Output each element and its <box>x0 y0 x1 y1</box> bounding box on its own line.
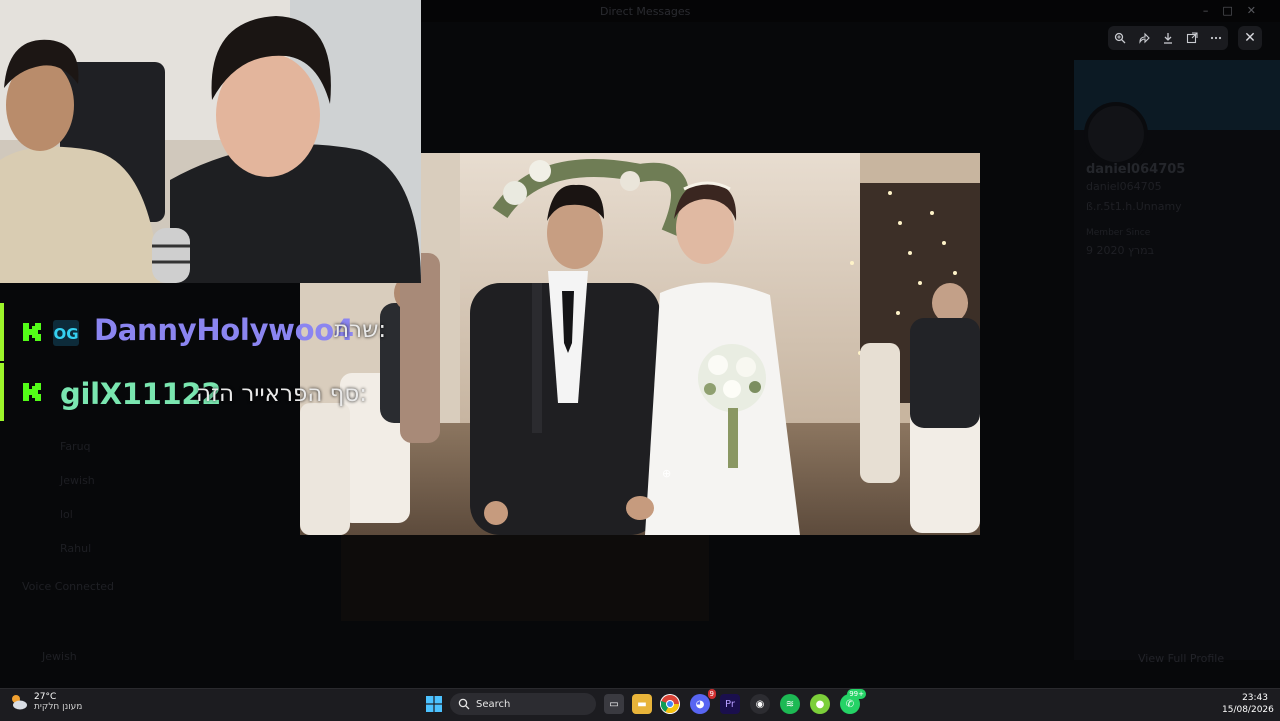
media-viewer-toolbar <box>1108 26 1228 50</box>
dm-list-item[interactable]: lol <box>60 498 95 532</box>
chat-message-text: סף הפראייר הזה: <box>196 381 368 407</box>
view-full-profile-link[interactable]: View Full Profile <box>1138 652 1224 665</box>
close-icon[interactable]: ✕ <box>1238 26 1262 50</box>
windows-start-icon[interactable] <box>426 696 442 712</box>
clock-time: 23:43 <box>1242 693 1268 703</box>
chat-message: OG DannyHolywoo4 שרת: <box>0 303 386 361</box>
app-icon[interactable]: ● <box>810 694 830 714</box>
dm-list-item[interactable]: Faruq <box>60 430 95 464</box>
member-since-date: 9 2020 במרץ <box>1086 244 1154 257</box>
taskbar-clock[interactable]: 23:43 15/08/2026 <box>1222 693 1274 715</box>
forward-icon[interactable] <box>1134 28 1154 48</box>
webcam-feed <box>0 0 421 283</box>
chat-message-text: שרת: <box>334 317 387 343</box>
weather-description: מעונן חלקית <box>34 702 83 712</box>
whatsapp-badge: 99+ <box>847 689 866 699</box>
profile-username: daniel064705 <box>1086 162 1186 177</box>
kick-badge-icon <box>23 323 41 341</box>
weather-temperature: 27°C <box>34 692 57 702</box>
og-badge-icon: OG <box>53 320 79 346</box>
chrome-icon[interactable] <box>660 694 680 714</box>
chat-accent-bar <box>0 363 4 421</box>
chat-message: gilX11122 סף הפראייר הזה: <box>0 363 367 421</box>
stream-chat-overlay: OG DannyHolywoo4 שרת: gilX11122 סף הפראי… <box>0 283 386 423</box>
weather-widget[interactable]: 27°C מעונן חלקית <box>10 692 82 712</box>
clock-date: 15/08/2026 <box>1222 705 1274 715</box>
chat-username[interactable]: DannyHolywoo4 <box>94 313 354 347</box>
profile-tag: daniel064705 <box>1086 180 1162 193</box>
search-label: Search <box>476 698 511 710</box>
open-external-icon[interactable] <box>1182 28 1202 48</box>
profile-status: ß.r.5t1.h.Unnamy <box>1086 200 1182 213</box>
zoom-in-icon[interactable] <box>1110 28 1130 48</box>
member-since-label: Member Since <box>1086 228 1151 238</box>
discord-icon[interactable]: ◕ 9 <box>690 689 716 714</box>
taskbar-search-input[interactable]: Search <box>450 693 596 715</box>
premiere-icon[interactable]: Pr <box>720 694 740 714</box>
discord-badge: 9 <box>707 689 716 699</box>
weather-cloud-icon <box>12 695 27 710</box>
whatsapp-icon[interactable]: ✆ 99+ <box>840 689 866 714</box>
obs-icon[interactable]: ◉ <box>750 694 770 714</box>
more-icon[interactable] <box>1206 28 1226 48</box>
file-explorer-icon[interactable]: ▬ <box>632 694 652 714</box>
spotify-icon[interactable]: ≋ <box>780 694 800 714</box>
svg-text:OG: OG <box>53 325 78 343</box>
magnifier-cursor-icon: ⊕ <box>662 467 672 480</box>
profile-avatar[interactable] <box>1084 102 1148 166</box>
download-icon[interactable] <box>1158 28 1178 48</box>
window-controls[interactable]: –□✕ <box>1203 4 1270 17</box>
webcam-overlay <box>0 0 421 283</box>
chat-accent-bar <box>0 303 4 361</box>
kick-badge-icon <box>23 383 41 401</box>
photo-shadow <box>341 535 709 621</box>
voice-channel-status: Voice Connected <box>22 580 115 593</box>
dm-list-item[interactable]: Jewish <box>60 464 95 498</box>
window-title: Direct Messages <box>600 5 691 18</box>
search-icon <box>458 698 470 710</box>
dm-list: Faruq Jewish lol Rahul <box>60 430 95 566</box>
task-view-icon[interactable]: ▭ <box>604 694 624 714</box>
dm-list-item[interactable]: Rahul <box>60 532 95 566</box>
user-panel-name: Jewish <box>42 650 77 663</box>
